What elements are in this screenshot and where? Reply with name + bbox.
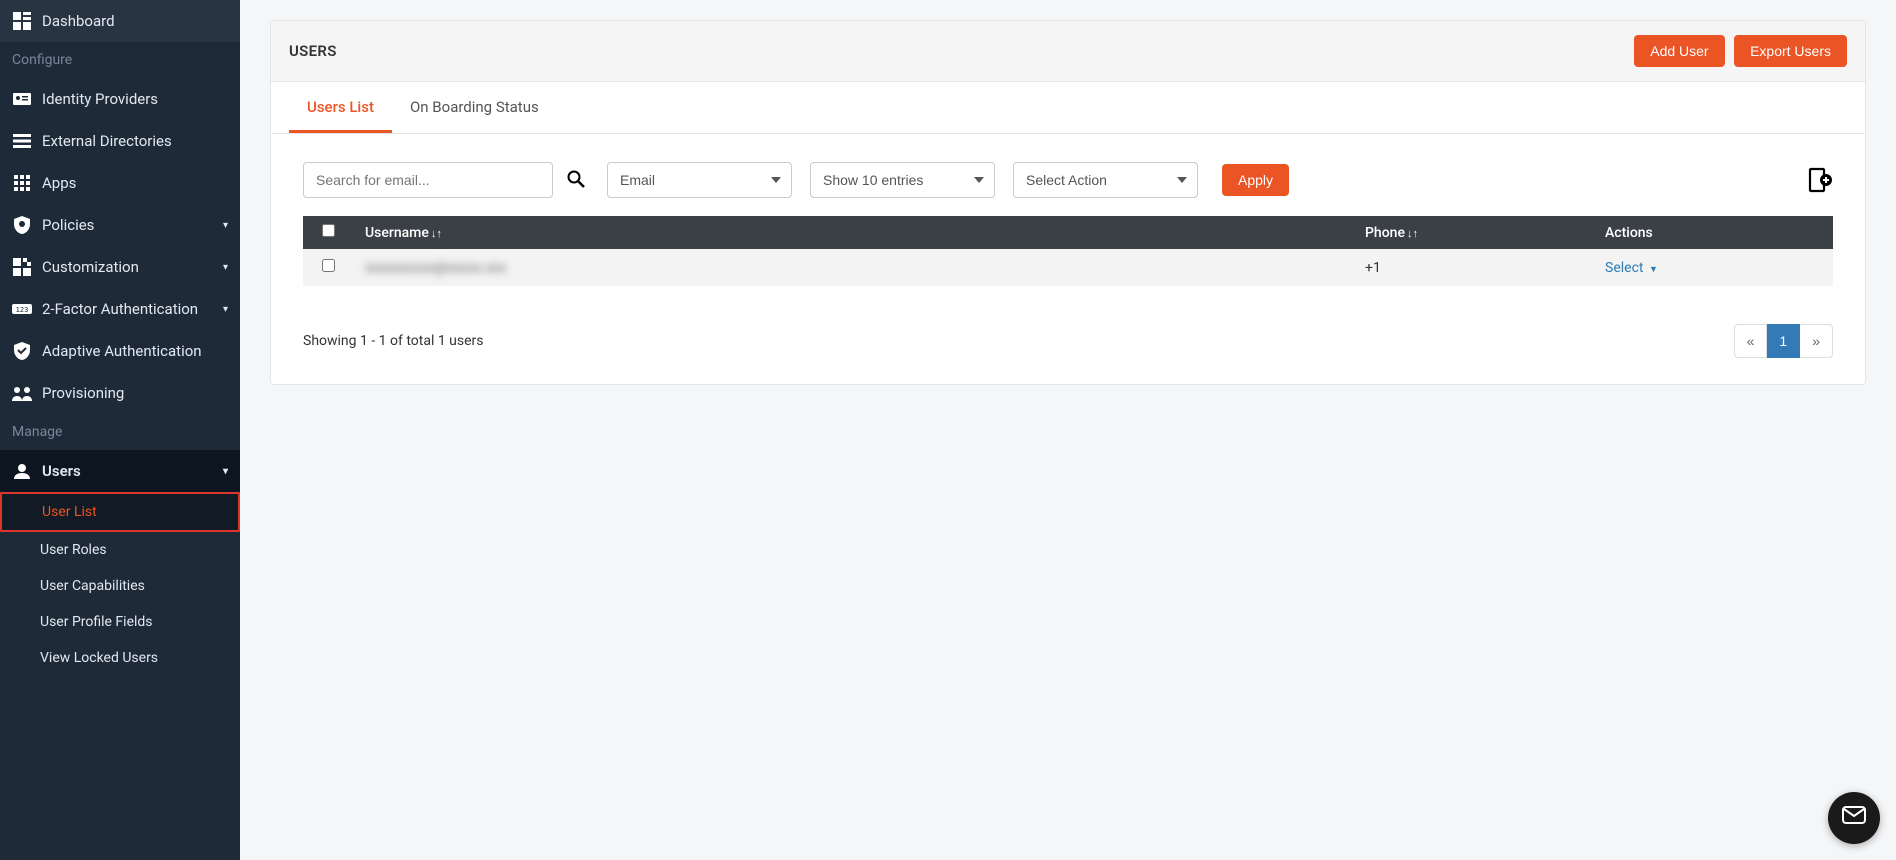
dashboard-icon	[12, 11, 32, 31]
sidebar-subitem-user-list[interactable]: User List	[0, 492, 240, 532]
sidebar-item-dashboard[interactable]: Dashboard	[0, 0, 240, 42]
user-icon	[12, 461, 32, 481]
sort-icon: ↓↑	[431, 227, 442, 240]
header-actions: Add User Export Users	[1628, 35, 1847, 67]
chevron-down-icon: ▾	[223, 220, 228, 231]
add-page-icon[interactable]	[1805, 166, 1833, 194]
page-next[interactable]: »	[1800, 324, 1833, 358]
action-select[interactable]: Select Action	[1013, 162, 1198, 198]
chevron-down-icon: ▾	[223, 304, 228, 315]
sidebar-item-identity-providers[interactable]: Identity Providers	[0, 78, 240, 120]
svg-text:123: 123	[16, 306, 29, 314]
apps-grid-icon	[12, 173, 32, 193]
sidebar-item-provisioning[interactable]: Provisioning	[0, 372, 240, 414]
sidebar: Dashboard Configure Identity Providers E…	[0, 0, 240, 860]
actions-cell: Select ▼	[1593, 249, 1833, 286]
search-input[interactable]	[303, 162, 553, 198]
filter-row: Email Show 10 entries Select Action Appl…	[271, 134, 1865, 216]
sidebar-item-label: External Directories	[42, 132, 172, 150]
apply-button[interactable]: Apply	[1222, 164, 1289, 196]
phone-header[interactable]: Phone↓↑	[1353, 216, 1593, 249]
search-field-select[interactable]: Email	[607, 162, 792, 198]
search-wrap	[303, 162, 589, 198]
main-content: USERS Add User Export Users Users List O…	[240, 0, 1896, 860]
chat-fab[interactable]	[1828, 792, 1880, 844]
row-action-select[interactable]: Select ▼	[1605, 260, 1658, 276]
sidebar-item-label: Policies	[42, 216, 94, 234]
id-card-icon	[12, 89, 32, 109]
search-button[interactable]	[563, 166, 589, 195]
sidebar-item-customization[interactable]: Customization ▾	[0, 246, 240, 288]
two-factor-icon: 123	[12, 299, 32, 319]
sidebar-item-policies[interactable]: Policies ▾	[0, 204, 240, 246]
users-table: Username↓↑ Phone↓↑ Actions	[303, 216, 1833, 286]
username-header[interactable]: Username↓↑	[353, 216, 1353, 249]
sidebar-item-label: Adaptive Authentication	[42, 342, 202, 360]
table-footer: Showing 1 - 1 of total 1 users « 1 »	[271, 306, 1865, 384]
sidebar-subitem-view-locked-users[interactable]: View Locked Users	[0, 640, 240, 676]
page-title: USERS	[289, 42, 337, 60]
search-icon	[567, 176, 585, 191]
sidebar-section-manage: Manage	[0, 414, 240, 450]
sidebar-subitem-user-profile-fields[interactable]: User Profile Fields	[0, 604, 240, 640]
sidebar-item-label: Identity Providers	[42, 90, 158, 108]
export-users-button[interactable]: Export Users	[1734, 35, 1847, 67]
page-prev[interactable]: «	[1734, 324, 1768, 358]
provisioning-icon	[12, 383, 32, 403]
entries-select[interactable]: Show 10 entries	[810, 162, 995, 198]
list-icon	[12, 131, 32, 151]
chevron-down-icon: ▾	[223, 262, 228, 273]
tab-onboarding-status[interactable]: On Boarding Status	[392, 82, 557, 133]
sidebar-item-label: Apps	[42, 174, 76, 192]
sidebar-item-label: Provisioning	[42, 384, 124, 402]
caret-down-icon: ▼	[1649, 265, 1658, 275]
sidebar-item-label: 2-Factor Authentication	[42, 300, 198, 318]
verified-shield-icon	[12, 341, 32, 361]
customize-icon	[12, 257, 32, 277]
sidebar-item-label: Users	[42, 462, 81, 480]
sort-icon: ↓↑	[1407, 227, 1418, 240]
sidebar-item-apps[interactable]: Apps	[0, 162, 240, 204]
sidebar-item-label: Customization	[42, 258, 139, 276]
card-header: USERS Add User Export Users	[271, 21, 1865, 82]
shield-icon	[12, 215, 32, 235]
row-select-cell	[303, 249, 353, 286]
pagination: « 1 »	[1734, 324, 1833, 358]
tabs: Users List On Boarding Status	[271, 82, 1865, 134]
tab-users-list[interactable]: Users List	[289, 82, 392, 133]
add-user-button[interactable]: Add User	[1634, 35, 1724, 67]
users-card: USERS Add User Export Users Users List O…	[270, 20, 1866, 385]
table-wrap: Username↓↑ Phone↓↑ Actions	[271, 216, 1865, 306]
sidebar-subitem-user-roles[interactable]: User Roles	[0, 532, 240, 568]
showing-text: Showing 1 - 1 of total 1 users	[303, 333, 484, 349]
sidebar-subitem-user-capabilities[interactable]: User Capabilities	[0, 568, 240, 604]
sidebar-item-adaptive-auth[interactable]: Adaptive Authentication	[0, 330, 240, 372]
username-cell: xxxxxxxxxx@xxxxx.xxx	[353, 249, 1353, 286]
chevron-down-icon: ▾	[223, 466, 228, 477]
sidebar-item-two-factor[interactable]: 123 2-Factor Authentication ▾	[0, 288, 240, 330]
page-1[interactable]: 1	[1767, 324, 1800, 358]
row-checkbox[interactable]	[322, 259, 335, 272]
mail-icon	[1842, 806, 1866, 830]
table-row: xxxxxxxxxx@xxxxx.xxx +1 Select ▼	[303, 249, 1833, 286]
sidebar-item-users[interactable]: Users ▾	[0, 450, 240, 492]
sidebar-item-label: Dashboard	[42, 12, 115, 30]
actions-header: Actions	[1593, 216, 1833, 249]
table-header-row: Username↓↑ Phone↓↑ Actions	[303, 216, 1833, 249]
sidebar-section-configure: Configure	[0, 42, 240, 78]
select-all-header	[303, 216, 353, 249]
select-all-checkbox[interactable]	[322, 224, 335, 237]
sidebar-item-external-directories[interactable]: External Directories	[0, 120, 240, 162]
phone-cell: +1	[1353, 249, 1593, 286]
